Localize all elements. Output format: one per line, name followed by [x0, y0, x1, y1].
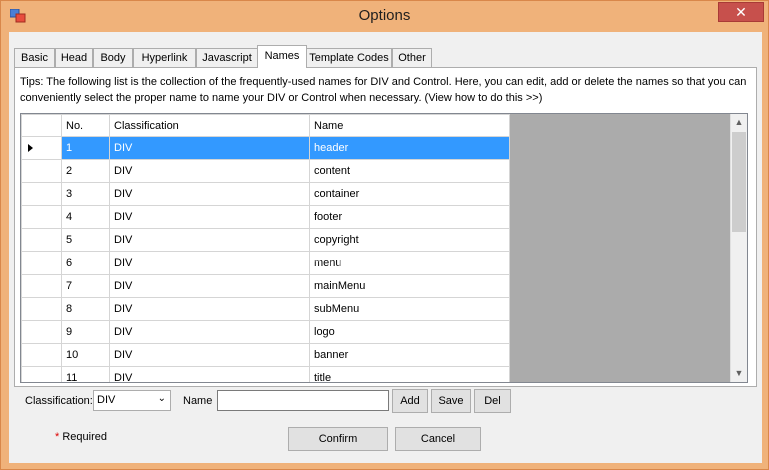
editor-row: Classification: DIV ⌄ Name Add Save Del [9, 387, 762, 417]
cell-no[interactable]: 9 [61, 320, 110, 344]
row-header-corner [21, 114, 62, 137]
tab-hyperlink[interactable]: Hyperlink [133, 48, 196, 67]
cell-name[interactable]: container [309, 182, 510, 206]
save-button[interactable]: Save [431, 389, 471, 413]
scroll-up-arrow-icon[interactable]: ▲ [731, 114, 747, 131]
scroll-thumb[interactable] [732, 132, 746, 232]
cell-no[interactable]: 1 [61, 136, 110, 160]
row-header[interactable] [21, 182, 62, 206]
row-header[interactable] [21, 159, 62, 183]
tab-basic[interactable]: Basic [14, 48, 55, 67]
row-header[interactable] [21, 320, 62, 344]
row-header[interactable] [21, 136, 62, 160]
vertical-scrollbar[interactable]: ▲ ▼ [730, 114, 747, 382]
row-header[interactable] [21, 297, 62, 321]
cancel-button[interactable]: Cancel [395, 427, 481, 451]
classification-label: Classification: [25, 395, 93, 407]
cell-classification[interactable]: DIV [109, 320, 310, 344]
cell-name[interactable]: content [309, 159, 510, 183]
column-header-name[interactable]: Name [309, 114, 510, 137]
required-note: * Required [55, 431, 107, 443]
cell-name[interactable]: banner [309, 343, 510, 367]
chevron-down-icon: ⌄ [157, 393, 166, 404]
add-button[interactable]: Add [392, 389, 428, 413]
cell-no[interactable]: 2 [61, 159, 110, 183]
classification-select-value: DIV [97, 394, 116, 406]
cell-name[interactable]: copyright [309, 228, 510, 252]
del-button[interactable]: Del [474, 389, 511, 413]
scroll-down-arrow-icon[interactable]: ▼ [731, 365, 747, 382]
cell-classification[interactable]: DIV [109, 228, 310, 252]
names-panel: Tips: The following list is the collecti… [14, 67, 757, 387]
names-table: No. Classification Name 1 DIV header 2 D… [21, 114, 510, 382]
cell-no[interactable]: 5 [61, 228, 110, 252]
table-row[interactable]: 6 DIV menu [21, 251, 510, 275]
window-title: Options [358, 7, 411, 24]
tips-text: Tips: The following list is the collecti… [20, 76, 747, 104]
title-bar[interactable]: Options ✕ [1, 1, 768, 32]
row-header[interactable] [21, 228, 62, 252]
options-window: Options ✕ Basic Head Body Hyperlink Java… [0, 0, 769, 470]
names-grid[interactable]: No. Classification Name 1 DIV header 2 D… [20, 113, 748, 383]
dialog-footer: * Required Confirm Cancel [9, 417, 762, 463]
cell-name[interactable]: logo [309, 320, 510, 344]
table-row[interactable]: 9 DIV logo [21, 320, 510, 344]
table-row[interactable]: 7 DIV mainMenu [21, 274, 510, 298]
tab-names[interactable]: Names [257, 45, 307, 68]
cell-name[interactable]: title [309, 366, 510, 382]
table-row[interactable]: 5 DIV copyright [21, 228, 510, 252]
cell-no[interactable]: 6 [61, 251, 110, 275]
tab-body[interactable]: Body [93, 48, 133, 67]
cell-name[interactable]: header [309, 136, 510, 160]
tab-template-codes[interactable]: Template Codes [306, 48, 392, 67]
confirm-button[interactable]: Confirm [288, 427, 388, 451]
cell-name[interactable]: menu [309, 251, 510, 275]
row-header[interactable] [21, 274, 62, 298]
close-button[interactable]: ✕ [718, 2, 764, 22]
row-header[interactable] [21, 251, 62, 275]
required-star: * [55, 431, 60, 443]
tab-other[interactable]: Other [392, 48, 432, 67]
cell-classification[interactable]: DIV [109, 159, 310, 183]
classification-select[interactable]: DIV ⌄ [93, 390, 171, 411]
client-area: Basic Head Body Hyperlink Javascript Nam… [9, 32, 762, 463]
table-row[interactable]: 11 DIV title [21, 366, 510, 382]
cell-classification[interactable]: DIV [109, 274, 310, 298]
cell-classification[interactable]: DIV [109, 205, 310, 229]
column-header-no[interactable]: No. [61, 114, 110, 137]
name-input[interactable] [217, 390, 389, 411]
cell-classification[interactable]: DIV [109, 297, 310, 321]
cell-classification[interactable]: DIV [109, 366, 310, 382]
cell-classification[interactable]: DIV [109, 251, 310, 275]
cell-name[interactable]: footer [309, 205, 510, 229]
table-row[interactable]: 8 DIV subMenu [21, 297, 510, 321]
name-label: Name [183, 395, 213, 407]
cell-no[interactable]: 4 [61, 205, 110, 229]
table-header: No. Classification Name [21, 114, 510, 137]
cell-no[interactable]: 11 [61, 366, 110, 382]
cell-name[interactable]: mainMenu [309, 274, 510, 298]
cell-no[interactable]: 10 [61, 343, 110, 367]
cell-name[interactable]: subMenu [309, 297, 510, 321]
table-row[interactable]: 10 DIV banner [21, 343, 510, 367]
required-label: Required [62, 431, 107, 443]
cell-no[interactable]: 8 [61, 297, 110, 321]
table-row[interactable]: 1 DIV header [21, 136, 510, 160]
cell-classification[interactable]: DIV [109, 182, 310, 206]
table-row[interactable]: 4 DIV footer [21, 205, 510, 229]
column-header-classification[interactable]: Classification [109, 114, 310, 137]
cell-no[interactable]: 7 [61, 274, 110, 298]
current-row-arrow-icon [28, 144, 33, 152]
tab-javascript[interactable]: Javascript [196, 48, 258, 67]
cell-no[interactable]: 3 [61, 182, 110, 206]
row-header[interactable] [21, 205, 62, 229]
table-row[interactable]: 2 DIV content [21, 159, 510, 183]
cell-classification[interactable]: DIV [109, 136, 310, 160]
row-header[interactable] [21, 343, 62, 367]
cell-classification[interactable]: DIV [109, 343, 310, 367]
row-header[interactable] [21, 366, 62, 382]
table-row[interactable]: 3 DIV container [21, 182, 510, 206]
tab-head[interactable]: Head [55, 48, 93, 67]
